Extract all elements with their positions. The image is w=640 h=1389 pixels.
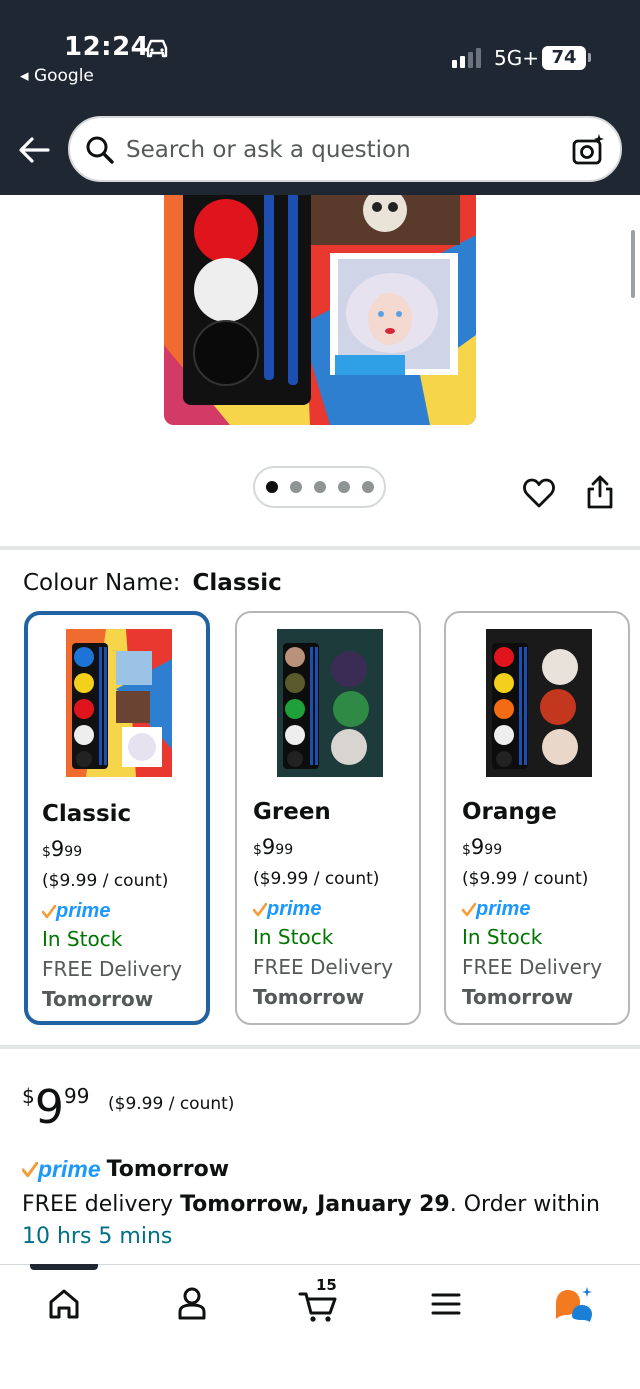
home-icon[interactable]	[42, 1282, 86, 1326]
swatch-thumbnail	[66, 629, 172, 777]
delivery-text: FREE Delivery	[462, 955, 603, 979]
section-divider	[0, 546, 640, 550]
pagination-dot[interactable]	[361, 481, 374, 493]
prime-badge: prime	[252, 898, 321, 921]
delivery-date: Tomorrow, January 29	[180, 1192, 450, 1217]
section-divider	[0, 1045, 640, 1049]
status-time: 12:24	[64, 32, 150, 62]
search-icon	[86, 136, 114, 164]
prime-day: Tomorrow	[106, 1157, 230, 1182]
main-unit-price: ($9.99 / count)	[108, 1094, 235, 1114]
back-arrow-icon[interactable]	[14, 130, 54, 170]
battery-tip	[588, 53, 591, 62]
swatch-price: $999	[462, 835, 503, 859]
delivery-day: Tomorrow	[462, 985, 574, 1009]
active-tab-indicator	[30, 1264, 98, 1270]
delivery-day: Tomorrow	[253, 985, 365, 1009]
prime-badge: prime	[41, 900, 110, 923]
image-pagination[interactable]	[253, 466, 386, 508]
prime-delivery-row: prime Tomorrow	[22, 1156, 229, 1183]
prime-logo: prime	[38, 1156, 101, 1182]
cart-count-badge: 15	[316, 1276, 337, 1294]
delivery-text: FREE Delivery	[253, 955, 394, 979]
swatch-thumbnail	[277, 629, 383, 777]
camera-search-icon[interactable]	[570, 132, 606, 168]
colour-label-text: Colour Name:	[23, 570, 181, 596]
network-type: 5G+	[494, 46, 539, 70]
prime-badge: prime	[461, 898, 530, 921]
page-scrollbar[interactable]	[631, 230, 635, 298]
car-icon	[146, 39, 168, 58]
swatch-price: $999	[42, 837, 83, 861]
search-input[interactable]	[126, 132, 546, 168]
prime-check-icon	[461, 902, 477, 916]
heart-icon[interactable]	[522, 476, 556, 510]
swatch-price: $999	[253, 835, 294, 859]
account-icon[interactable]	[170, 1282, 214, 1326]
colour-name-label: Colour Name: Classic	[23, 570, 282, 596]
stock-status: In Stock	[42, 927, 123, 951]
swatch-name: Orange	[462, 799, 557, 825]
pagination-dot[interactable]	[313, 481, 326, 493]
battery-icon: 74	[542, 46, 586, 70]
swatch-name: Green	[253, 799, 331, 825]
prime-check-icon	[41, 904, 57, 918]
main-price: $999	[22, 1080, 90, 1134]
stock-status: In Stock	[462, 925, 543, 949]
signal-icon	[452, 48, 481, 68]
share-icon[interactable]	[586, 474, 614, 510]
colour-selected-value: Classic	[192, 570, 282, 596]
swatch-orange[interactable]: Orange $999 ($9.99 / count) prime In Sto…	[444, 611, 630, 1025]
back-app-label: Google	[33, 66, 94, 86]
swatch-green[interactable]: Green $999 ($9.99 / count) prime In Stoc…	[235, 611, 421, 1025]
pagination-dot[interactable]	[289, 481, 302, 493]
prime-check-icon	[252, 902, 268, 916]
pagination-dot[interactable]	[337, 481, 350, 493]
search-bar[interactable]	[68, 116, 622, 182]
delivery-text: FREE Delivery	[42, 957, 183, 981]
product-image	[164, 195, 476, 425]
order-within-countdown: 10 hrs 5 mins	[22, 1224, 173, 1249]
swatch-unit-price: ($9.99 / count)	[42, 871, 169, 891]
delivery-message: FREE delivery Tomorrow, January 29. Orde…	[22, 1192, 600, 1217]
swatch-unit-price: ($9.99 / count)	[253, 869, 380, 889]
swatch-unit-price: ($9.99 / count)	[462, 869, 589, 889]
delivery-day: Tomorrow	[42, 987, 154, 1011]
rufus-assistant-icon[interactable]	[552, 1282, 596, 1326]
swatch-classic[interactable]: Classic $999 ($9.99 / count) prime In St…	[24, 611, 210, 1025]
swatch-name: Classic	[42, 801, 132, 827]
back-to-app-link[interactable]: ◂ Google	[20, 66, 94, 86]
menu-icon[interactable]	[424, 1282, 468, 1326]
prime-check-icon	[22, 1161, 38, 1177]
stock-status: In Stock	[253, 925, 334, 949]
swatch-thumbnail	[486, 629, 592, 777]
pagination-dot[interactable]	[265, 481, 278, 493]
